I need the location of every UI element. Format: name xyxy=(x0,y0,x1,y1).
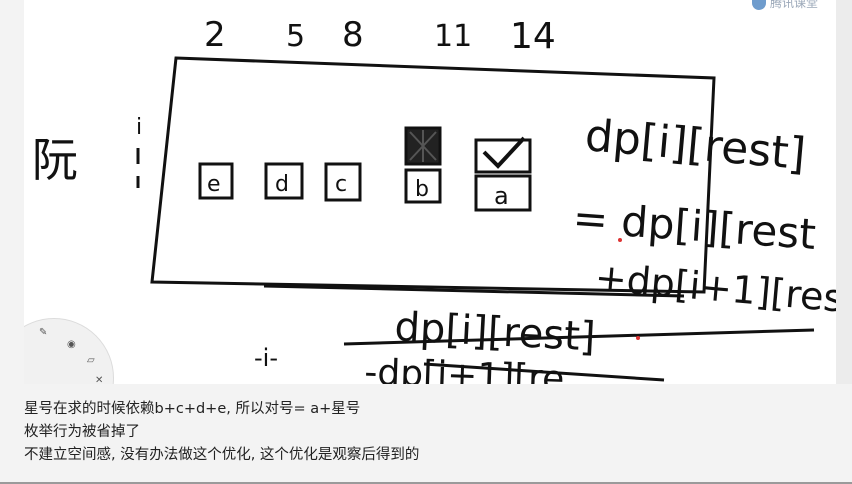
caption: 星号在求的时候依赖b+c+d+e, 所以对号= a+星号 枚举行为被省掉了 不建… xyxy=(24,398,836,467)
color-picker-icon[interactable]: ◉ xyxy=(67,339,77,351)
whiteboard-canvas: 腾讯课堂 2 5 8 11 14 阮 i e d c b a dp[i][res xyxy=(24,0,836,384)
left-label: 阮 xyxy=(32,133,78,187)
handwriting-layer: 2 5 8 11 14 阮 i e d c b a dp[i][rest] = … xyxy=(32,15,836,384)
top-number-8: 8 xyxy=(342,15,364,55)
clear-tool-icon[interactable]: ✕ xyxy=(95,375,105,384)
cell-label-c: c xyxy=(335,172,347,197)
caption-line-3: 不建立空间感, 没有办法做这个优化, 这个优化是观察后得到的 xyxy=(24,447,420,463)
cell-label-a: a xyxy=(494,182,509,210)
left-dot-i: i xyxy=(136,115,142,140)
note-plus-dp: +dp[i+1][rest xyxy=(593,255,836,322)
note-dp-rest-1: dp[i][rest] xyxy=(583,110,808,180)
check-mark-icon xyxy=(482,136,526,169)
top-number-2: 2 xyxy=(204,15,226,55)
caption-line-1: 星号在求的时候依赖b+c+d+e, 所以对号= a+星号 xyxy=(24,401,361,417)
cell-label-e: e xyxy=(207,172,221,197)
grid-outline xyxy=(150,56,716,294)
note-dp-rest-2: dp[i][rest] xyxy=(393,304,596,360)
top-number-5: 5 xyxy=(286,19,305,54)
pen-tool-icon[interactable]: ✎ xyxy=(39,327,49,339)
note-under: -i- xyxy=(254,344,278,372)
top-number-14: 14 xyxy=(510,16,556,57)
eraser-tool-icon[interactable]: ▱ xyxy=(87,355,97,367)
cell-label-d: d xyxy=(275,172,289,197)
check-cell xyxy=(474,138,532,174)
top-number-11: 11 xyxy=(434,19,472,54)
caption-line-2: 枚举行为被省掉了 xyxy=(24,424,140,440)
note-eq-dp: = dp[i][rest xyxy=(571,193,817,259)
scrollbar-track[interactable] xyxy=(836,0,852,384)
cell-label-b: b xyxy=(415,177,429,202)
